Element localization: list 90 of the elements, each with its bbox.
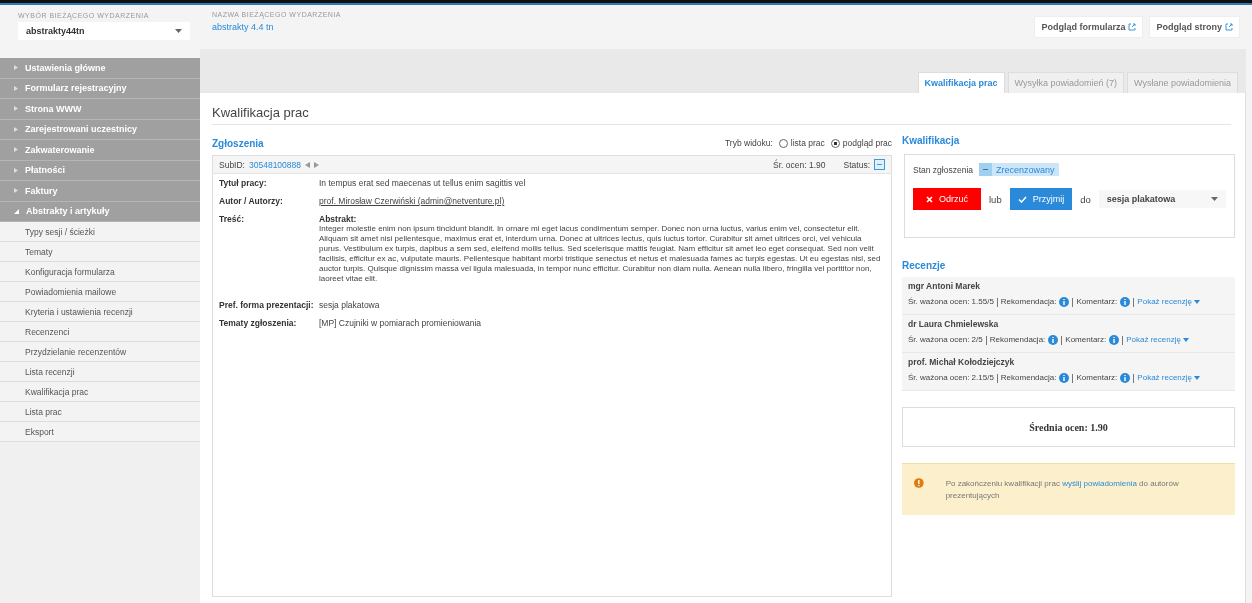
average-score: Śr. ocen: 1.90 <box>773 159 826 170</box>
tab[interactable]: Wysyłka powiadomień (7) <box>1007 72 1124 93</box>
reject-button[interactable]: Odrzuć <box>913 188 981 210</box>
field-label: Tytuł pracy: <box>219 178 268 188</box>
reviewer-name: dr Laura Chmielewska <box>908 319 1000 330</box>
weighted-score: Śr. ważona ocen: 2/5 <box>908 335 983 345</box>
tab[interactable]: Kwalifikacja prac <box>917 72 1005 93</box>
minus-icon <box>979 163 992 176</box>
view-mode-radio[interactable]: podgląd prac <box>830 138 892 148</box>
tab[interactable]: Wysłane powiadomienia <box>1127 72 1238 93</box>
or-label: lub <box>989 193 1002 205</box>
chevron-icon <box>14 65 18 71</box>
info-icon[interactable] <box>1059 373 1070 384</box>
info-icon[interactable] <box>1109 335 1120 346</box>
abstract-text: Integer molestie enim non ipsum tincidunt blandit. In ornare mi eget lacus condimentum semper. Donec non urna luctus, varius enim vel, consectetur elit. Aliquam sit amet nisi pellentesque, maximus erat et, interdum urna. Donec at ultrices lectus, quis luctus tortor. Curabitur sit amet ultrices orci, vel vehicula purus. Vestibulum ex turpis, dapibus a sem sed, eleifend mollis tellus. Sed scelerisque mattis feugiat. Nam efficitur sit amet leo eget consequat. Sed non velit facilisis, efficitur ex ac, vulputate mauris. Pellentesque habitant morbi tristique senectus et netus et malesuada fames ac turpis egestas. Ut eu egestas nisl, sed auctor turpis. Quisque dignissim massa vel ligula malesuada, in tempor nunc efficitur. Curabitur non diam nulla. Aenean nulla libero, fringilla vel porttitor non, laoreet vitae elit. <box>319 224 882 284</box>
next-icon[interactable] <box>314 161 319 168</box>
field-value: sesja plakatowa <box>319 300 380 310</box>
info-icon[interactable] <box>1048 335 1059 346</box>
notice-text: Po zakończeniu kwalifikacji prac wyślij powiadomienia do autorów prezentujących <box>945 478 1180 501</box>
abstract-heading: Abstrakt: <box>319 214 358 224</box>
page-title: Kwalifikacja prac <box>212 103 1231 125</box>
view-mode-label: Tryb widoku: <box>724 138 773 148</box>
field-value: In tempus erat sed maecenas ut tellus enim sagittis vel <box>319 178 526 188</box>
accept-button[interactable]: Przyjmij <box>1009 188 1073 210</box>
field-label: Tematy zgłoszenia: <box>219 318 298 328</box>
field-label: Pref. forma prezentacji: <box>219 300 315 310</box>
close-icon <box>926 195 933 203</box>
caret-icon <box>1194 300 1201 304</box>
chevron-icon <box>14 85 18 91</box>
state-label: Stan zgłoszenia <box>913 164 973 175</box>
previous-icon[interactable] <box>305 161 310 168</box>
external-link-icon <box>1225 23 1233 31</box>
sidebar-section[interactable]: Faktury <box>0 181 200 202</box>
info-icon[interactable] <box>1120 373 1131 384</box>
event-select[interactable]: abstrakty44tn <box>18 22 190 40</box>
warning-icon <box>914 478 924 489</box>
view-mode-radio[interactable]: lista prac <box>778 138 825 148</box>
comment-label: Komentarz: <box>1065 335 1107 345</box>
preview-button[interactable]: Podgląd formularza <box>1034 16 1144 38</box>
field-label: Autor / Autorzy: <box>219 196 284 206</box>
comment-label: Komentarz: <box>1076 373 1118 383</box>
event-name-link[interactable]: abstrakty 4.4 tn <box>212 22 274 32</box>
chevron-icon <box>14 188 18 194</box>
recommendation-label: Rekomendacja: <box>1000 297 1057 306</box>
field-label: Treść: <box>219 214 246 224</box>
info-icon[interactable] <box>1059 297 1070 307</box>
sidebar-section[interactable]: Strona WWW <box>0 99 200 120</box>
expanded-icon <box>14 208 19 214</box>
chevron-icon <box>14 126 18 132</box>
subid-link[interactable]: 30548100888 <box>249 159 301 170</box>
checkmark-icon <box>1017 195 1027 203</box>
show-review-link[interactable]: Pokaż recenzję <box>1137 297 1201 306</box>
caret-icon <box>1183 338 1190 343</box>
status-icon <box>874 159 885 170</box>
field-value: [MP] Czujniki w pomiarach promieniowania <box>319 318 482 328</box>
weighted-score: Śr. ważona ocen: 1.55/5 <box>908 297 994 306</box>
preview-button[interactable]: Podgląd strony <box>1149 16 1240 38</box>
session-select[interactable]: sesja plakatowa <box>1098 190 1226 208</box>
sidebar-section[interactable]: Ustawienia główne <box>0 58 200 79</box>
status-badge: Zrecenzowany <box>979 163 1059 176</box>
reviewer-name: prof. Michał Kołodziejczyk <box>908 357 1016 368</box>
chevron-icon <box>14 106 18 112</box>
sidebar-section[interactable]: Zakwaterowanie <box>0 140 200 161</box>
caret-icon <box>1211 197 1218 201</box>
sidebar-section[interactable]: Zarejestrowani uczestnicy <box>0 119 200 140</box>
recommendation-label: Rekomendacja: <box>1000 373 1057 383</box>
subid-label: SubID: <box>219 159 245 170</box>
status-label: Status: <box>843 159 870 170</box>
section-heading: Recenzje <box>902 260 947 271</box>
to-label: do <box>1080 193 1091 205</box>
caret-icon <box>175 29 182 33</box>
external-link-icon <box>1128 23 1137 31</box>
sidebar-section[interactable]: Abstrakty i artykuły <box>0 201 200 222</box>
caret-icon <box>1194 376 1201 381</box>
send-notifications-link[interactable]: wyślij powiadomienia <box>1062 479 1137 489</box>
chevron-icon <box>14 147 18 153</box>
average-rating: Średnia ocen: 1.90 <box>902 407 1235 448</box>
author-link[interactable]: prof. Mirosław Czerwiński (admin@netventure.pl) <box>319 196 505 206</box>
sidebar-section[interactable]: Płatności <box>0 160 200 181</box>
show-review-link[interactable]: Pokaż recenzję <box>1137 373 1201 383</box>
section-heading: Kwalifikacja <box>902 135 961 146</box>
section-heading: Zgłoszenia <box>212 137 264 149</box>
weighted-score: Śr. ważona ocen: 2.15/5 <box>908 373 994 383</box>
reviewer-name: mgr Antoni Marek <box>908 281 981 291</box>
recommendation-label: Rekomendacja: <box>989 335 1046 345</box>
show-review-link[interactable]: Pokaż recenzję <box>1126 335 1190 345</box>
chevron-icon <box>14 167 18 173</box>
comment-label: Komentarz: <box>1076 297 1118 306</box>
sidebar-section[interactable]: Formularz rejestracyjny <box>0 78 200 99</box>
info-icon[interactable] <box>1120 297 1131 307</box>
